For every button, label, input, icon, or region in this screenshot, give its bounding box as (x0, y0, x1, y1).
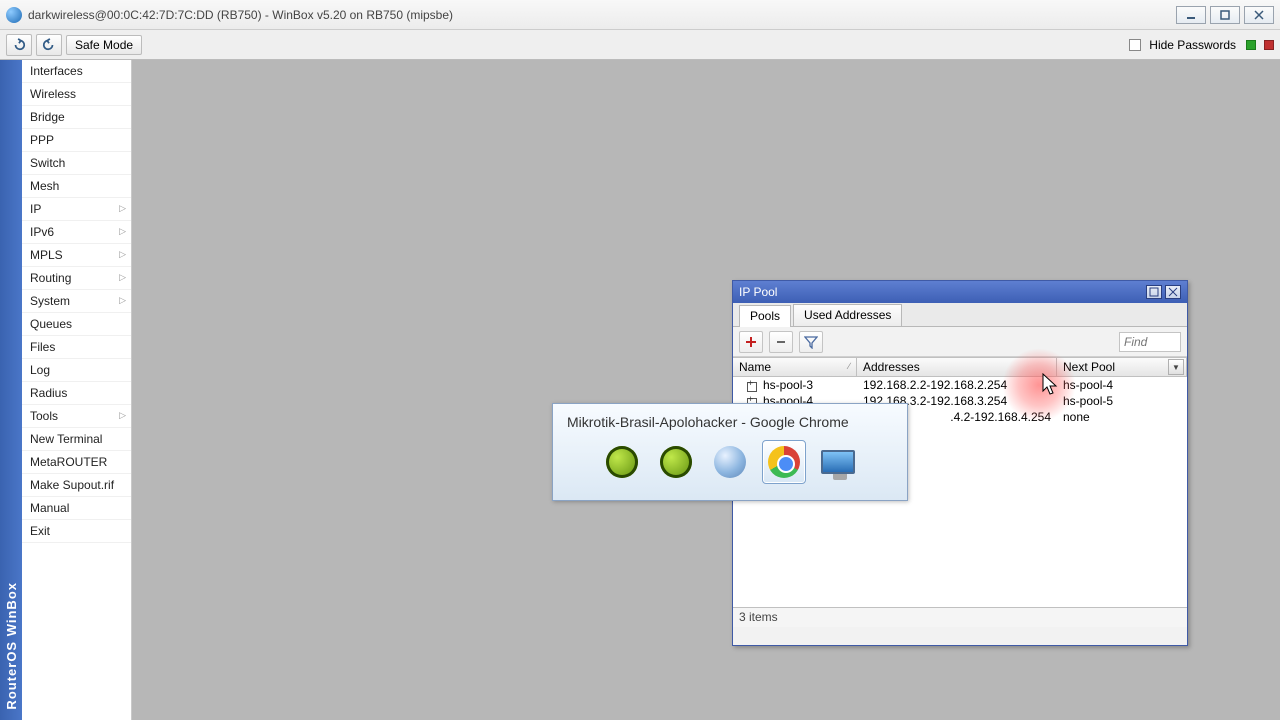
sidebar-item-routing[interactable]: Routing▷ (22, 267, 131, 290)
remove-button[interactable] (769, 331, 793, 353)
sidebar-item-log[interactable]: Log (22, 359, 131, 382)
child-minimize-button[interactable] (1146, 285, 1162, 299)
submenu-arrow-icon: ▷ (119, 295, 126, 306)
window-title: darkwireless@00:0C:42:7D:7C:DD (RB750) -… (28, 8, 453, 22)
sidebar-item-queues[interactable]: Queues (22, 313, 131, 336)
sidebar-item-make-supout-rif[interactable]: Make Supout.rif (22, 474, 131, 497)
sidebar-item-system[interactable]: System▷ (22, 290, 131, 313)
vertical-brand-bar: RouterOS WinBox (0, 60, 22, 720)
column-dropdown-icon[interactable]: ▼ (1168, 359, 1184, 375)
task-icon-1[interactable] (600, 440, 644, 484)
alt-tab-title: Mikrotik-Brasil-Apolohacker - Google Chr… (567, 414, 893, 430)
chrome-icon (768, 446, 800, 478)
task-icon-5[interactable] (816, 440, 860, 484)
task-icon-2[interactable] (654, 440, 698, 484)
task-icon-3[interactable] (708, 440, 752, 484)
sidebar-item-switch[interactable]: Switch (22, 152, 131, 175)
safe-mode-button[interactable]: Safe Mode (66, 35, 142, 55)
window-titlebar: darkwireless@00:0C:42:7D:7C:DD (RB750) -… (0, 0, 1280, 30)
col-next-pool[interactable]: Next Pool▼ (1057, 358, 1187, 376)
col-addresses[interactable]: Addresses (857, 358, 1057, 376)
close-button[interactable] (1244, 6, 1274, 24)
main-toolbar: Safe Mode Hide Passwords (0, 30, 1280, 60)
sidebar-item-tools[interactable]: Tools▷ (22, 405, 131, 428)
undo-button[interactable] (6, 34, 32, 56)
submenu-arrow-icon: ▷ (119, 410, 126, 421)
status-dot-green (1246, 40, 1256, 50)
submenu-arrow-icon: ▷ (119, 272, 126, 283)
submenu-arrow-icon: ▷ (119, 249, 126, 260)
sidebar-item-exit[interactable]: Exit (22, 520, 131, 543)
sidebar-menu: InterfacesWirelessBridgePPPSwitchMeshIP▷… (22, 60, 132, 720)
find-input[interactable] (1119, 332, 1181, 352)
col-name[interactable]: Name∕ (733, 358, 857, 376)
sidebar-item-metarouter[interactable]: MetaROUTER (22, 451, 131, 474)
sidebar-item-bridge[interactable]: Bridge (22, 106, 131, 129)
ip-pool-title: IP Pool (739, 285, 777, 299)
sidebar-item-ipv6[interactable]: IPv6▷ (22, 221, 131, 244)
status-dot-red (1264, 40, 1274, 50)
filter-button[interactable] (799, 331, 823, 353)
sidebar-item-interfaces[interactable]: Interfaces (22, 60, 131, 83)
add-button[interactable] (739, 331, 763, 353)
utorrent-icon (606, 446, 638, 478)
hide-passwords-checkbox[interactable] (1129, 39, 1141, 51)
submenu-arrow-icon: ▷ (119, 203, 126, 214)
sidebar-item-mpls[interactable]: MPLS▷ (22, 244, 131, 267)
sidebar-item-mesh[interactable]: Mesh (22, 175, 131, 198)
redo-button[interactable] (36, 34, 62, 56)
task-icon-4[interactable] (762, 440, 806, 484)
child-close-button[interactable] (1165, 285, 1181, 299)
sidebar-item-manual[interactable]: Manual (22, 497, 131, 520)
submenu-arrow-icon: ▷ (119, 226, 126, 237)
maximize-button[interactable] (1210, 6, 1240, 24)
alt-tab-popup: Mikrotik-Brasil-Apolohacker - Google Chr… (552, 403, 908, 501)
table-row[interactable]: hs-pool-3192.168.2.2-192.168.2.254hs-poo… (733, 377, 1187, 393)
sidebar-item-ip[interactable]: IP▷ (22, 198, 131, 221)
sidebar-item-ppp[interactable]: PPP (22, 129, 131, 152)
sidebar-item-wireless[interactable]: Wireless (22, 83, 131, 106)
app-icon (6, 7, 22, 23)
mdi-workspace: IP Pool Pools Used Addresses Name∕ Addre… (132, 60, 1280, 720)
minimize-button[interactable] (1176, 6, 1206, 24)
sidebar-item-files[interactable]: Files (22, 336, 131, 359)
tab-used-addresses[interactable]: Used Addresses (793, 304, 902, 326)
sidebar-item-radius[interactable]: Radius (22, 382, 131, 405)
winbox-icon (714, 446, 746, 478)
tab-pools[interactable]: Pools (739, 305, 791, 327)
desktop-icon (821, 450, 855, 474)
utorrent-icon (660, 446, 692, 478)
sidebar-item-new-terminal[interactable]: New Terminal (22, 428, 131, 451)
hide-passwords-label: Hide Passwords (1149, 38, 1236, 52)
ip-pool-titlebar[interactable]: IP Pool (733, 281, 1187, 303)
status-bar: 3 items (733, 607, 1187, 627)
